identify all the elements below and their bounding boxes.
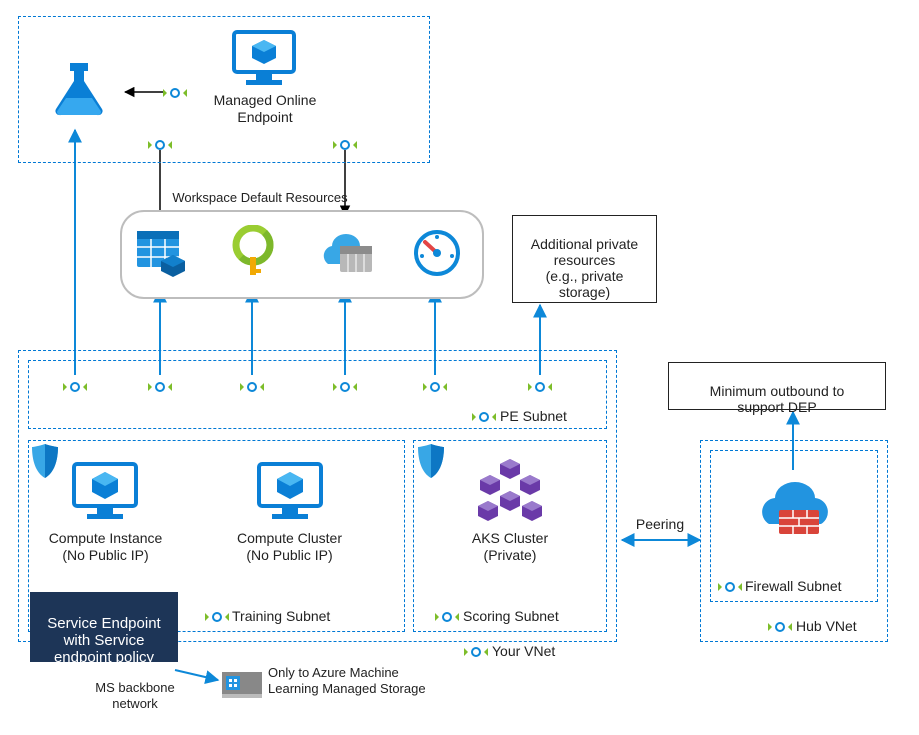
keyvault-icon [228, 225, 278, 280]
pe-icon [163, 84, 187, 102]
pe-icon [148, 378, 172, 396]
pe-icon [240, 378, 264, 396]
firewall-icon [755, 470, 835, 538]
compute-cluster-icon [255, 460, 325, 524]
ms-backbone-label: MS backbone network [80, 680, 190, 711]
your-vnet-label: Your VNet [492, 643, 592, 660]
managed-endpoint-label: Managed Online Endpoint [190, 92, 340, 126]
container-registry-icon [318, 228, 376, 278]
compute-instance-icon [70, 460, 140, 524]
aks-cluster-icon [470, 455, 550, 525]
appinsights-icon [412, 228, 462, 278]
compute-instance-label: Compute Instance (No Public IP) [38, 530, 173, 564]
pe-icon [423, 378, 447, 396]
pe-icon [464, 643, 488, 661]
pe-icon [528, 378, 552, 396]
additional-resources-box: Additional private resources (e.g., priv… [512, 215, 657, 303]
additional-resources-text: Additional private resources (e.g., priv… [531, 236, 638, 300]
shield-icon [416, 442, 446, 480]
shield-icon [30, 442, 60, 480]
pe-icon [435, 608, 459, 626]
workspace-resources-title: Workspace Default Resources [160, 190, 360, 206]
azure-ml-icon [50, 58, 108, 116]
peering-label: Peering [630, 516, 690, 533]
pe-icon [333, 378, 357, 396]
pe-icon [205, 608, 229, 626]
architecture-diagram: Managed Online Endpoint Workspace Defaul… [0, 0, 919, 735]
storage-icon [135, 225, 190, 280]
scoring-subnet-label: Scoring Subnet [463, 608, 593, 625]
pe-icon [148, 136, 172, 154]
pe-icon [472, 408, 496, 426]
pe-icon [768, 618, 792, 636]
pe-subnet-label: PE Subnet [500, 408, 600, 425]
min-outbound-box: Minimum outbound to support DEP [668, 362, 886, 410]
training-subnet-label: Training Subnet [232, 608, 362, 625]
pe-icon [718, 578, 742, 596]
service-endpoint-box: Service Endpoint with Service endpoint p… [30, 592, 178, 662]
pe-icon [63, 378, 87, 396]
firewall-subnet-label: Firewall Subnet [745, 578, 875, 595]
hub-vnet-label: Hub VNet [796, 618, 886, 635]
managed-storage-icon [222, 668, 262, 702]
managed-endpoint-icon [230, 28, 298, 90]
aks-cluster-label: AKS Cluster (Private) [455, 530, 565, 564]
service-endpoint-text: Service Endpoint with Service endpoint p… [47, 615, 160, 666]
compute-cluster-label: Compute Cluster (No Public IP) [222, 530, 357, 564]
min-outbound-text: Minimum outbound to support DEP [710, 383, 845, 415]
ml-storage-note: Only to Azure Machine Learning Managed S… [268, 665, 448, 696]
pe-icon [333, 136, 357, 154]
